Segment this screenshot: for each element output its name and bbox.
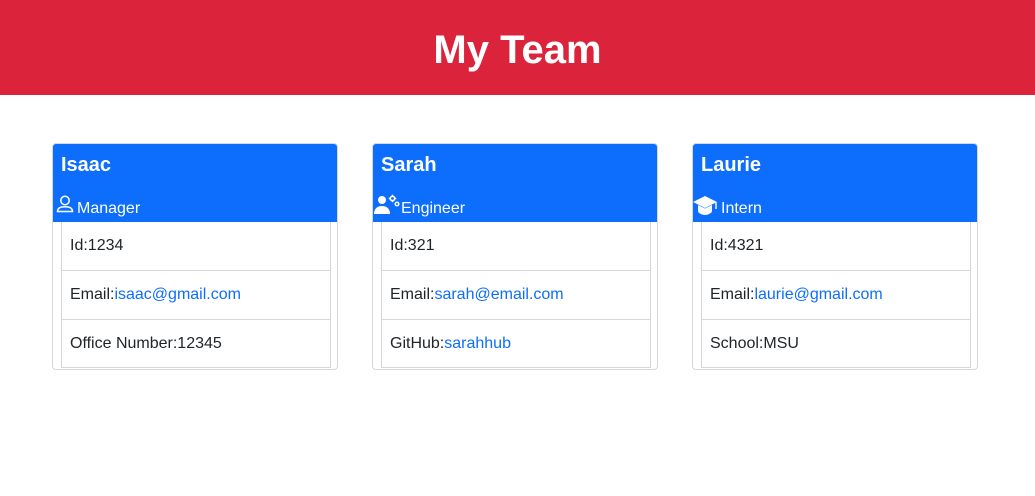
school-value: MSU xyxy=(763,334,799,352)
list-item-github: GitHub: sarahhub xyxy=(382,320,650,367)
list-item-id: Id: 1234 xyxy=(62,222,330,271)
info-list: Id: 321 Email: sarah@email.com GitHub: s… xyxy=(381,222,651,368)
list-item-email: Email: laurie@gmail.com xyxy=(702,271,970,320)
graduation-cap-icon xyxy=(693,194,721,218)
email-link[interactable]: sarah@email.com xyxy=(434,286,563,304)
list-item-id: Id: 4321 xyxy=(702,222,970,271)
employee-name: Sarah xyxy=(381,154,437,176)
card-header: Sarah Engineer xyxy=(373,144,657,222)
page-title: My Team xyxy=(433,27,602,72)
github-label: GitHub: xyxy=(390,334,445,352)
office-number-value: 12345 xyxy=(177,334,222,352)
info-list: Id: 4321 Email: laurie@gmail.com School:… xyxy=(701,222,971,368)
engineer-icon xyxy=(373,194,401,218)
role-label: Engineer xyxy=(401,200,466,217)
employee-role: Manager xyxy=(53,194,140,218)
email-label: Email: xyxy=(390,286,435,303)
email-link[interactable]: isaac@gmail.com xyxy=(114,286,241,304)
email-label: Email: xyxy=(70,286,115,303)
school-label: School: xyxy=(710,334,764,352)
employee-name: Laurie xyxy=(701,154,762,176)
employee-role: Engineer xyxy=(373,194,465,218)
employee-role: Intern xyxy=(693,194,762,218)
person-icon xyxy=(53,194,77,218)
card-header: Isaac Manager xyxy=(53,144,337,222)
list-item-office-number: Office Number: 12345 xyxy=(62,320,330,367)
role-label: Manager xyxy=(77,200,141,217)
github-link[interactable]: sarahhub xyxy=(444,335,511,353)
email-link[interactable]: laurie@gmail.com xyxy=(754,286,882,304)
id-label: Id: xyxy=(390,237,408,254)
email-label: Email: xyxy=(710,286,755,303)
card-header: Laurie Intern xyxy=(693,144,977,222)
id-value: 321 xyxy=(407,237,435,254)
office-number-label: Office Number: xyxy=(70,334,178,352)
id-label: Id: xyxy=(710,237,728,254)
list-item-id: Id: 321 xyxy=(382,222,650,271)
list-item-school: School: MSU xyxy=(702,320,970,367)
list-item-email: Email: isaac@gmail.com xyxy=(62,271,330,320)
id-label: Id: xyxy=(70,237,88,254)
id-value: 1234 xyxy=(87,237,124,254)
role-label: Intern xyxy=(721,200,762,217)
employee-card-engineer: Sarah Engineer Id: 321 Email: sarah@emai… xyxy=(372,143,658,370)
list-item-email: Email: sarah@email.com xyxy=(382,271,650,320)
employee-name: Isaac xyxy=(61,154,112,176)
employee-card-intern: Laurie Intern Id: 4321 Email: laurie@gma… xyxy=(692,143,978,370)
info-list: Id: 1234 Email: isaac@gmail.com Office N… xyxy=(61,222,331,368)
employee-card-manager: Isaac Manager Id: 1234 Email: isaac@gmai… xyxy=(52,143,338,370)
id-value: 4321 xyxy=(727,237,764,254)
page-header: My Team xyxy=(0,0,1035,95)
